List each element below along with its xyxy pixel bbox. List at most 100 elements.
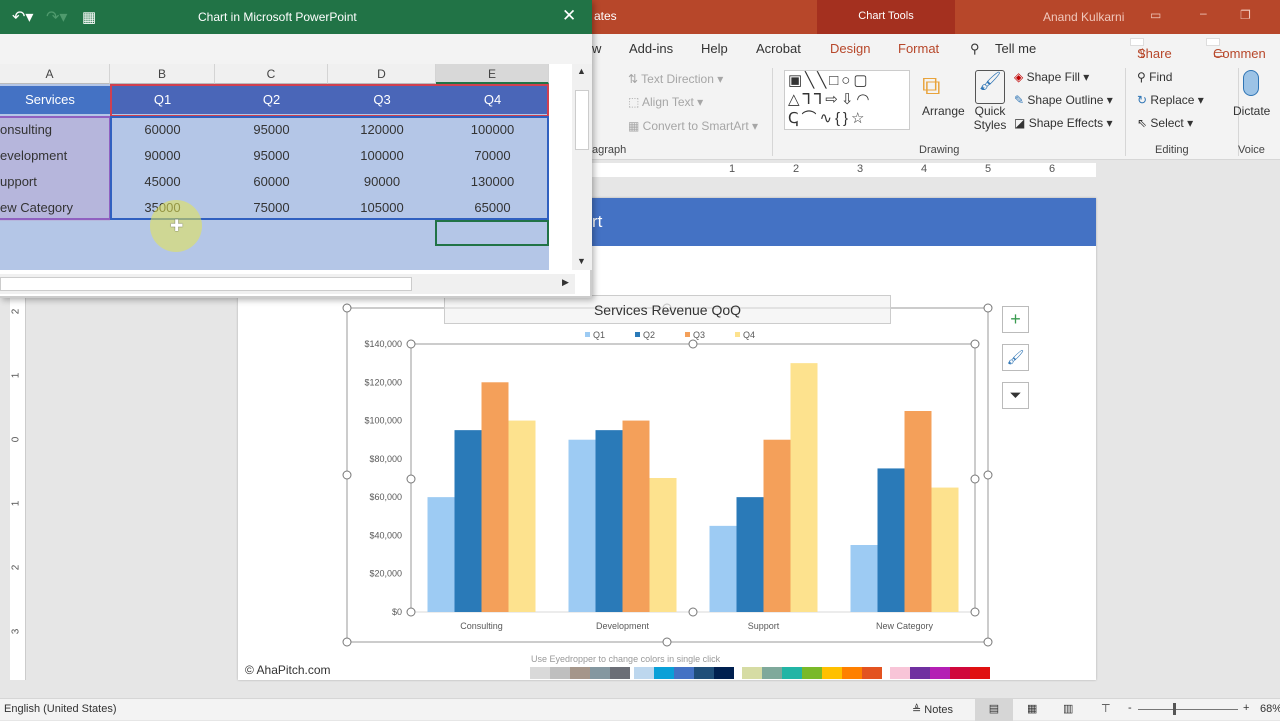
data-cell[interactable]: 60000 <box>215 169 328 195</box>
legend-swatch[interactable] <box>635 332 640 337</box>
horizontal-scrollbar[interactable]: ▶ <box>0 274 575 294</box>
data-cell[interactable]: upport <box>0 169 110 195</box>
notes-icon: ≜ <box>912 704 922 716</box>
zoom-slider-thumb[interactable] <box>1173 703 1176 715</box>
resize-handle[interactable] <box>406 339 416 349</box>
header-cell[interactable]: Services <box>0 86 110 114</box>
reading-view-icon[interactable]: ▥ <box>1063 702 1073 715</box>
resize-handle[interactable] <box>688 607 698 617</box>
column-header-E[interactable]: E <box>436 64 549 84</box>
bar-q1[interactable] <box>850 545 878 612</box>
bar-q2[interactable] <box>877 468 905 612</box>
bar-q4[interactable] <box>931 487 959 612</box>
zoom-in-button[interactable]: + <box>1243 702 1249 714</box>
redo-icon[interactable]: ↷▾ <box>46 7 67 27</box>
chart-filters-button[interactable]: ⏷ <box>1002 382 1029 409</box>
zoom-slider[interactable] <box>1138 709 1238 710</box>
chart-elements-button[interactable]: + <box>1002 306 1029 333</box>
legend-swatch[interactable] <box>585 332 590 337</box>
legend-swatch[interactable] <box>685 332 690 337</box>
data-cell[interactable]: 65000 <box>436 195 549 221</box>
resize-handle[interactable] <box>342 637 352 647</box>
y-tick-label: $140,000 <box>364 339 402 349</box>
resize-handle[interactable] <box>970 339 980 349</box>
slide-sorter-icon[interactable]: ▦ <box>1027 702 1037 715</box>
resize-handle[interactable] <box>406 474 416 484</box>
chart-styles-button[interactable]: 🖌 <box>1002 344 1029 371</box>
edit-in-excel-icon[interactable]: ▦ <box>82 8 96 26</box>
header-cell[interactable]: Q1 <box>110 86 215 114</box>
resize-handle[interactable] <box>983 303 993 313</box>
header-cell[interactable]: Q3 <box>328 86 436 114</box>
bar-q4[interactable] <box>508 420 536 612</box>
column-header-C[interactable]: C <box>215 64 328 84</box>
notes-button[interactable]: ≜ Notes <box>912 703 953 716</box>
data-cell[interactable]: ew Category <box>0 195 110 221</box>
column-header-A[interactable]: A <box>0 64 110 84</box>
column-header-D[interactable]: D <box>328 64 436 84</box>
bar-q3[interactable] <box>481 382 509 612</box>
data-cell[interactable]: 120000 <box>328 117 436 143</box>
y-tick-label: $120,000 <box>364 377 402 387</box>
active-cell[interactable] <box>435 220 549 246</box>
resize-handle[interactable] <box>342 470 352 480</box>
vertical-scrollbar[interactable]: ▲ ▼ <box>572 64 592 270</box>
data-cell[interactable]: 75000 <box>215 195 328 221</box>
resize-handle[interactable] <box>983 470 993 480</box>
data-cell[interactable]: 100000 <box>328 143 436 169</box>
bar-q3[interactable] <box>622 420 650 612</box>
horizontal-scroll-thumb[interactable] <box>0 277 412 291</box>
bar-q1[interactable] <box>427 497 455 612</box>
close-icon[interactable]: ✕ <box>562 6 576 26</box>
resize-handle[interactable] <box>970 607 980 617</box>
plus-icon: + <box>1010 309 1021 329</box>
zoom-level[interactable]: 68% <box>1260 703 1280 715</box>
data-cell[interactable]: 105000 <box>328 195 436 221</box>
resize-handle[interactable] <box>342 303 352 313</box>
data-cell[interactable]: 90000 <box>110 143 215 169</box>
bar-q4[interactable] <box>649 478 677 612</box>
header-cell[interactable]: Q4 <box>436 86 549 114</box>
data-cell[interactable]: 45000 <box>110 169 215 195</box>
bar-q3[interactable] <box>763 439 791 612</box>
filter-icon: ⏷ <box>1009 387 1022 404</box>
bar-q2[interactable] <box>595 430 623 612</box>
data-cell[interactable]: onsulting <box>0 117 110 143</box>
scroll-up-icon: ▲ <box>577 66 586 76</box>
bar-q4[interactable] <box>790 363 818 612</box>
legend-label: Q4 <box>743 330 755 340</box>
bar-q2[interactable] <box>736 497 764 612</box>
bar-q3[interactable] <box>904 411 932 612</box>
x-tick-label: Consulting <box>460 621 503 631</box>
formula-bar[interactable] <box>0 34 592 64</box>
data-cell[interactable]: 100000 <box>436 117 549 143</box>
column-header-B[interactable]: B <box>110 64 215 84</box>
zoom-out-button[interactable]: - <box>1128 702 1132 714</box>
data-cell[interactable]: 70000 <box>436 143 549 169</box>
x-tick-label: Development <box>596 621 650 631</box>
excel-chart-data-window: ↶▾ ↷▾ ▦ Chart in Microsoft PowerPoint ✕ … <box>0 0 592 298</box>
resize-handle[interactable] <box>688 339 698 349</box>
bar-q1[interactable] <box>568 439 596 612</box>
y-tick-label: $80,000 <box>369 454 402 464</box>
resize-handle[interactable] <box>406 607 416 617</box>
vertical-scroll-thumb[interactable] <box>575 90 589 150</box>
data-cell[interactable]: 95000 <box>215 117 328 143</box>
resize-handle[interactable] <box>662 637 672 647</box>
legend-swatch[interactable] <box>735 332 740 337</box>
language-status[interactable]: English (United States) <box>4 703 117 715</box>
data-cell[interactable]: 60000 <box>110 117 215 143</box>
resize-handle[interactable] <box>983 637 993 647</box>
header-cell[interactable]: Q2 <box>215 86 328 114</box>
bar-q1[interactable] <box>709 525 737 612</box>
slideshow-icon[interactable]: ⊤ <box>1101 702 1111 715</box>
data-cell[interactable]: 130000 <box>436 169 549 195</box>
resize-handle[interactable] <box>970 474 980 484</box>
data-cell[interactable]: 90000 <box>328 169 436 195</box>
data-cell[interactable]: evelopment <box>0 143 110 169</box>
data-cell[interactable]: 95000 <box>215 143 328 169</box>
chart-title[interactable]: Services Revenue QoQ <box>444 295 891 324</box>
normal-view-icon[interactable]: ▤ <box>975 699 1013 721</box>
undo-icon[interactable]: ↶▾ <box>12 7 33 27</box>
bar-q2[interactable] <box>454 430 482 612</box>
